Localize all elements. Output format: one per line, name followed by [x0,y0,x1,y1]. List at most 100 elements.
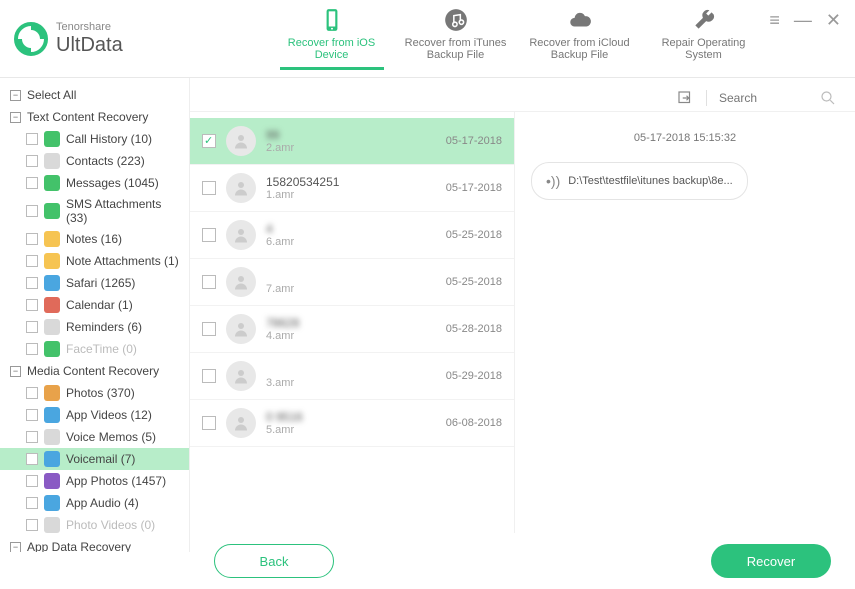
row-sub: 1.amr [266,189,436,201]
close-button[interactable]: ✕ [826,10,841,31]
sidebar-item[interactable]: Photo Videos (0) [0,514,189,536]
sidebar-item[interactable]: SMS Attachments (33) [0,194,189,228]
checkbox[interactable] [26,299,38,311]
sidebar-item[interactable]: Messages (1045) [0,172,189,194]
sidebar-item[interactable]: App Videos (12) [0,404,189,426]
category-header[interactable]: −App Data Recovery [0,536,189,552]
item-icon [44,451,60,467]
brand-small: Tenorshare [56,21,123,33]
search-wrap [719,89,837,107]
item-icon [44,319,60,335]
list-row[interactable]: 786284.amr05-28-2018 [190,306,514,353]
collapse-icon: − [10,90,21,101]
audio-bubble[interactable]: •)) D:\Test\testfile\itunes backup\8e... [531,162,748,200]
row-checkbox[interactable] [202,181,216,195]
export-icon[interactable] [676,89,694,107]
search-input[interactable] [719,91,779,105]
select-all-row[interactable]: −Select All [0,84,189,106]
tab-label: Repair Operating System [652,37,756,61]
itunes-icon [443,7,469,33]
checkbox[interactable] [26,343,38,355]
tab-icloud[interactable]: Recover from iCloud Backup File [528,7,632,70]
item-icon [44,473,60,489]
checkbox[interactable] [26,133,38,145]
menu-button[interactable]: ≡ [769,10,780,31]
category-header[interactable]: −Text Content Recovery [0,106,189,128]
row-name: 78628 [266,316,436,330]
checkbox[interactable] [26,475,38,487]
search-icon[interactable] [819,89,837,107]
row-checkbox[interactable] [202,228,216,242]
checkbox[interactable] [26,497,38,509]
sidebar-item[interactable]: Reminders (6) [0,316,189,338]
sidebar-item[interactable]: Voice Memos (5) [0,426,189,448]
brand-logo-icon [14,22,48,56]
checkbox[interactable] [26,205,38,217]
item-label: Call History (10) [66,132,152,146]
row-sub: 5.amr [266,424,436,436]
row-name: 4 [266,222,436,236]
category-header[interactable]: −Media Content Recovery [0,360,189,382]
row-date: 05-25-2018 [446,229,502,241]
sidebar-item[interactable]: Photos (370) [0,382,189,404]
checkbox[interactable] [26,277,38,289]
item-label: Photo Videos (0) [66,518,155,532]
back-button[interactable]: Back [214,544,334,578]
checkbox[interactable] [26,387,38,399]
avatar-icon [226,361,256,391]
sidebar-item[interactable]: App Audio (4) [0,492,189,514]
row-sub: 7.amr [266,283,436,295]
collapse-icon: − [10,112,21,123]
item-label: Messages (1045) [66,176,159,190]
checkbox[interactable] [26,233,38,245]
tab-itunes[interactable]: Recover from iTunes Backup File [404,7,508,70]
sidebar-item[interactable]: Call History (10) [0,128,189,150]
list-row[interactable]: 158205342511.amr05-17-2018 [190,165,514,212]
item-icon [44,495,60,511]
row-checkbox[interactable] [202,134,216,148]
checkbox[interactable] [26,321,38,333]
row-checkbox[interactable] [202,369,216,383]
minimize-button[interactable]: — [794,10,812,31]
sidebar-item[interactable]: Notes (16) [0,228,189,250]
sidebar-item[interactable]: App Photos (1457) [0,470,189,492]
item-icon [44,517,60,533]
tab-label: Recover from iOS Device [280,37,384,61]
checkbox[interactable] [26,453,38,465]
tab-ios[interactable]: Recover from iOS Device [280,7,384,70]
sidebar-item[interactable]: Calendar (1) [0,294,189,316]
category-sidebar[interactable]: −Select All−Text Content Recovery Call Hi… [0,78,190,552]
sidebar-item[interactable]: Safari (1265) [0,272,189,294]
checkbox[interactable] [26,155,38,167]
voicemail-list: 992.amr05-17-2018158205342511.amr05-17-2… [190,112,514,552]
checkbox[interactable] [26,409,38,421]
row-date: 05-29-2018 [446,370,502,382]
detail-timestamp: 05-17-2018 15:15:32 [531,132,839,144]
item-label: Safari (1265) [66,276,135,290]
recover-button[interactable]: Recover [711,544,831,578]
item-icon [44,341,60,357]
row-checkbox[interactable] [202,322,216,336]
sidebar-item[interactable]: FaceTime (0) [0,338,189,360]
checkbox[interactable] [26,431,38,443]
row-checkbox[interactable] [202,416,216,430]
list-row[interactable]: 46.amr05-25-2018 [190,212,514,259]
item-label: Note Attachments (1) [66,254,179,268]
brand-block: Tenorshare UltData [14,21,194,55]
sidebar-item[interactable]: Note Attachments (1) [0,250,189,272]
list-row[interactable]: 7.amr05-25-2018 [190,259,514,306]
list-row[interactable]: 3.amr05-29-2018 [190,353,514,400]
toolbar-divider [706,90,707,106]
checkbox[interactable] [26,519,38,531]
category-title: App Data Recovery [27,540,131,552]
list-row[interactable]: 0 95165.amr06-08-2018 [190,400,514,447]
sidebar-item[interactable]: Contacts (223) [0,150,189,172]
checkbox[interactable] [26,177,38,189]
item-label: App Videos (12) [66,408,152,422]
checkbox[interactable] [26,255,38,267]
tab-repair[interactable]: Repair Operating System [652,7,756,70]
sidebar-item[interactable]: Voicemail (7) [0,448,189,470]
item-label: Contacts (223) [66,154,145,168]
list-row[interactable]: 992.amr05-17-2018 [190,118,514,165]
row-checkbox[interactable] [202,275,216,289]
